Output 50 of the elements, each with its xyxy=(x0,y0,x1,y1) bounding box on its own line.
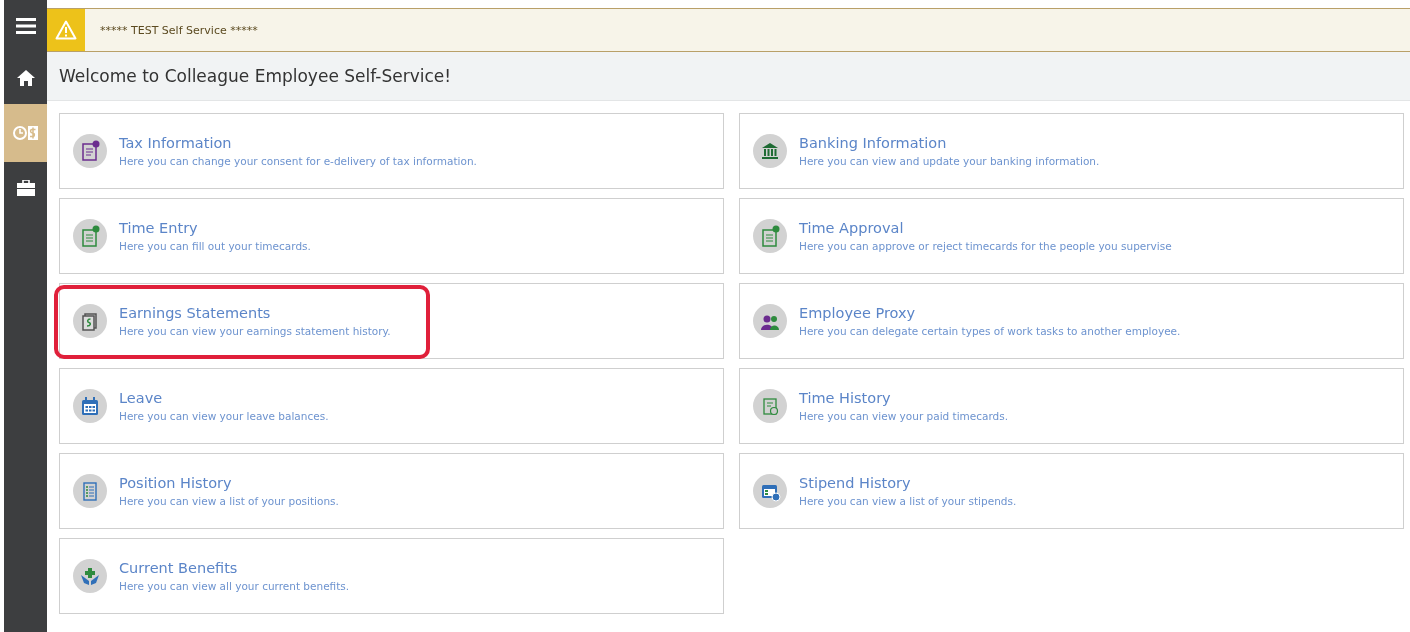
tile-card[interactable]: Time Approval Here you can approve or reject timecards for the people you supervise xyxy=(739,198,1404,274)
tile-card[interactable]: Time History Here you can view your paid timecards. xyxy=(739,368,1404,444)
tile-title[interactable]: Earnings Statements xyxy=(119,305,391,321)
tile-description: Here you can fill out your timecards. xyxy=(119,240,311,252)
tile-description: Here you can view a list of your positions. xyxy=(119,495,339,507)
bank-icon xyxy=(753,134,787,168)
tile-title[interactable]: Current Benefits xyxy=(119,560,350,576)
calendar-dollar-icon xyxy=(753,474,787,508)
calendar-icon xyxy=(73,389,107,423)
hands-cross-icon xyxy=(73,559,107,593)
timecard-icon xyxy=(73,219,107,253)
tile-title[interactable]: Time Approval xyxy=(799,220,1172,236)
tile-card[interactable]: Employee Proxy Here you can delegate certain types of work tasks to another employee. xyxy=(739,283,1404,359)
tile-title[interactable]: Stipend History xyxy=(799,475,1017,491)
tile-title[interactable]: Employee Proxy xyxy=(799,305,1181,321)
menu-icon xyxy=(15,18,36,34)
tile-title[interactable]: Leave xyxy=(119,390,329,406)
tile-description: Here you can view all your current benefits. xyxy=(119,580,350,592)
tile-description: Here you can view a list of your stipends. xyxy=(799,495,1017,507)
tile-description: Here you can delegate certain types of work tasks to another employee. xyxy=(799,325,1181,337)
home-icon xyxy=(16,70,35,86)
tile-card[interactable]: Banking Information Here you can view and update your banking information. xyxy=(739,113,1404,189)
money-icon xyxy=(73,304,107,338)
tile-title[interactable]: Banking Information xyxy=(799,135,1100,151)
tile-title[interactable]: Tax Information xyxy=(119,135,477,151)
briefcase-icon xyxy=(16,180,35,196)
tile-description: Here you can view and update your banking information. xyxy=(799,155,1100,167)
tile-description: Here you can view your earnings statement history. xyxy=(119,325,391,337)
tile-title[interactable]: Position History xyxy=(119,475,339,491)
timecard-icon xyxy=(753,219,787,253)
list-icon xyxy=(73,474,107,508)
tile-card[interactable]: Time Entry Here you can fill out your timecards. xyxy=(59,198,724,274)
tile-description: Here you can approve or reject timecards for the people you supervise xyxy=(799,240,1172,252)
tile-card[interactable]: Stipend History Here you can view a list of your stipends. xyxy=(739,453,1404,529)
tile-card[interactable]: Current Benefits Here you can view all your current benefits. xyxy=(59,538,724,614)
tile-description: Here you can change your consent for e-delivery of tax information. xyxy=(119,155,477,167)
banner-text: ***** TEST Self Service ***** xyxy=(100,23,258,37)
tile-title[interactable]: Time History xyxy=(799,390,1009,406)
tile-card[interactable]: Tax Information Here you can change your consent for e-delivery of tax information. xyxy=(59,113,724,189)
tile-description: Here you can view your leave balances. xyxy=(119,410,329,422)
page-heading: Welcome to Colleague Employee Self-Service! xyxy=(59,66,452,86)
document-icon xyxy=(73,134,107,168)
timecard-clock-icon xyxy=(753,389,787,423)
clock-dollar-icon xyxy=(12,125,39,141)
tile-title[interactable]: Time Entry xyxy=(119,220,311,236)
tile-card[interactable]: Position History Here you can view a list of your positions. xyxy=(59,453,724,529)
warning-icon xyxy=(47,9,85,51)
people-icon xyxy=(753,304,787,338)
tile-description: Here you can view your paid timecards. xyxy=(799,410,1009,422)
tile-card[interactable]: Leave Here you can view your leave balances. xyxy=(59,368,724,444)
